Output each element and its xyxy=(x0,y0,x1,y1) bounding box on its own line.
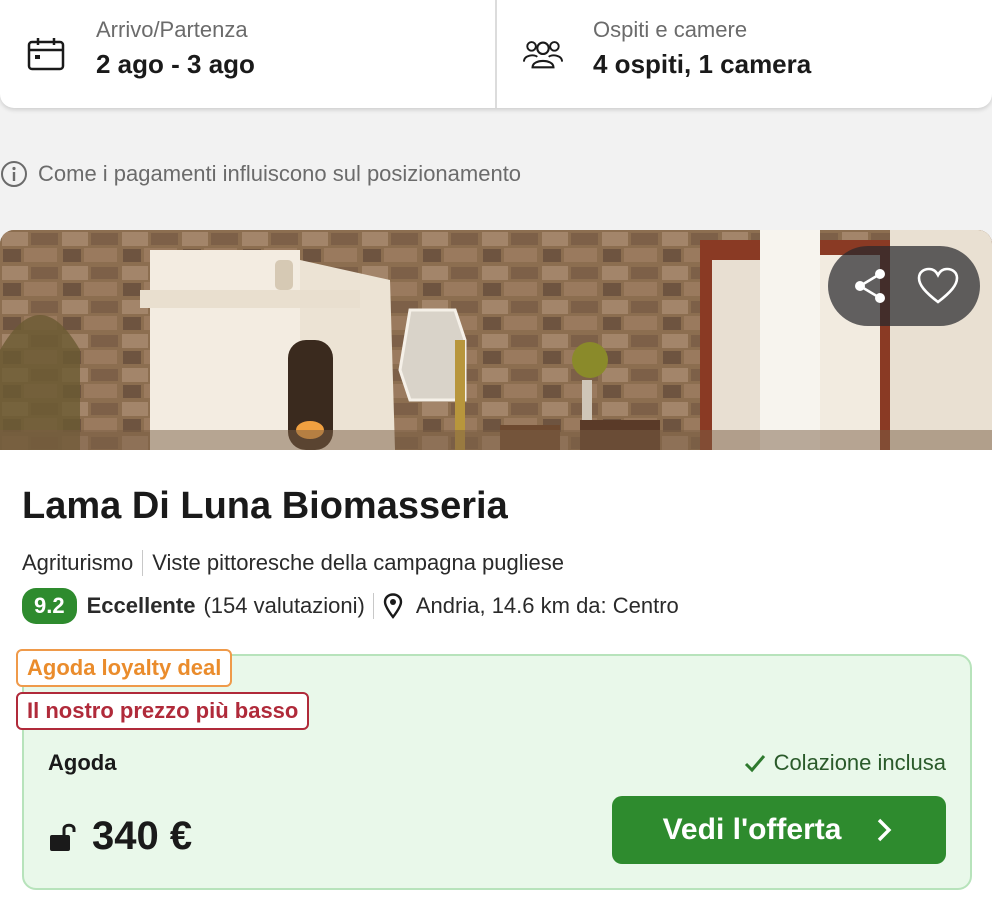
price-row: 340 € xyxy=(48,814,192,859)
hotel-photo[interactable] xyxy=(0,230,992,450)
divider xyxy=(142,550,144,576)
dates-selector[interactable]: Arrivo/Partenza 2 ago - 3 ago xyxy=(0,0,495,108)
breakfast-included: Colazione inclusa xyxy=(744,750,946,776)
unlock-icon xyxy=(50,823,76,851)
people-icon xyxy=(523,36,563,72)
breakfast-label: Colazione inclusa xyxy=(773,750,946,775)
hotel-type: Agriturismo xyxy=(22,550,134,575)
share-button[interactable] xyxy=(844,260,896,312)
check-icon xyxy=(744,755,765,773)
guests-label: Ospiti e camere xyxy=(593,16,748,42)
payments-info-text: Come i pagamenti influiscono sul posizio… xyxy=(38,161,522,186)
payments-info-link[interactable]: Come i pagamenti influiscono sul posizio… xyxy=(0,160,521,188)
hotel-card[interactable]: Lama Di Luna Biomasseria Agriturismo Vis… xyxy=(0,230,992,910)
pin-icon xyxy=(383,593,403,619)
hotel-location: Andria, 14.6 km da: Centro xyxy=(415,593,679,618)
review-count: (154 valutazioni) xyxy=(203,593,365,618)
guests-value: 4 ospiti, 1 camera xyxy=(593,48,812,79)
share-icon xyxy=(855,269,885,303)
hotel-subline: Agriturismo Viste pittoresche della camp… xyxy=(22,550,564,576)
photo-actions xyxy=(828,246,980,326)
divider xyxy=(372,593,374,619)
hotel-name[interactable]: Lama Di Luna Biomasseria xyxy=(22,485,508,528)
view-offer-label: Vedi l'offerta xyxy=(662,813,842,846)
lowest-price-badge: Il nostro prezzo più basso xyxy=(16,692,310,730)
dates-label: Arrivo/Partenza xyxy=(96,16,248,42)
loyalty-deal-badge: Agoda loyalty deal xyxy=(16,649,233,687)
hotel-highlight: Viste pittoresche della campagna puglies… xyxy=(152,550,564,575)
guests-selector[interactable]: Ospiti e camere 4 ospiti, 1 camera xyxy=(495,0,992,108)
score-badge: 9.2 xyxy=(22,588,77,624)
dates-value: 2 ago - 3 ago xyxy=(96,48,255,79)
info-icon xyxy=(1,161,27,187)
calendar-icon xyxy=(26,36,66,72)
price: 340 € xyxy=(92,814,193,858)
view-offer-button[interactable]: Vedi l'offerta xyxy=(612,796,946,864)
search-bar: Arrivo/Partenza 2 ago - 3 ago Ospiti e c… xyxy=(0,0,992,108)
heart-icon xyxy=(917,267,959,304)
favorite-button[interactable] xyxy=(912,260,964,312)
rating-line: 9.2 Eccellente (154 valutazioni) Andria,… xyxy=(22,588,679,624)
chevron-right-icon xyxy=(878,818,892,842)
rating-word: Eccellente xyxy=(86,593,196,618)
offer-provider: Agoda xyxy=(48,750,117,775)
